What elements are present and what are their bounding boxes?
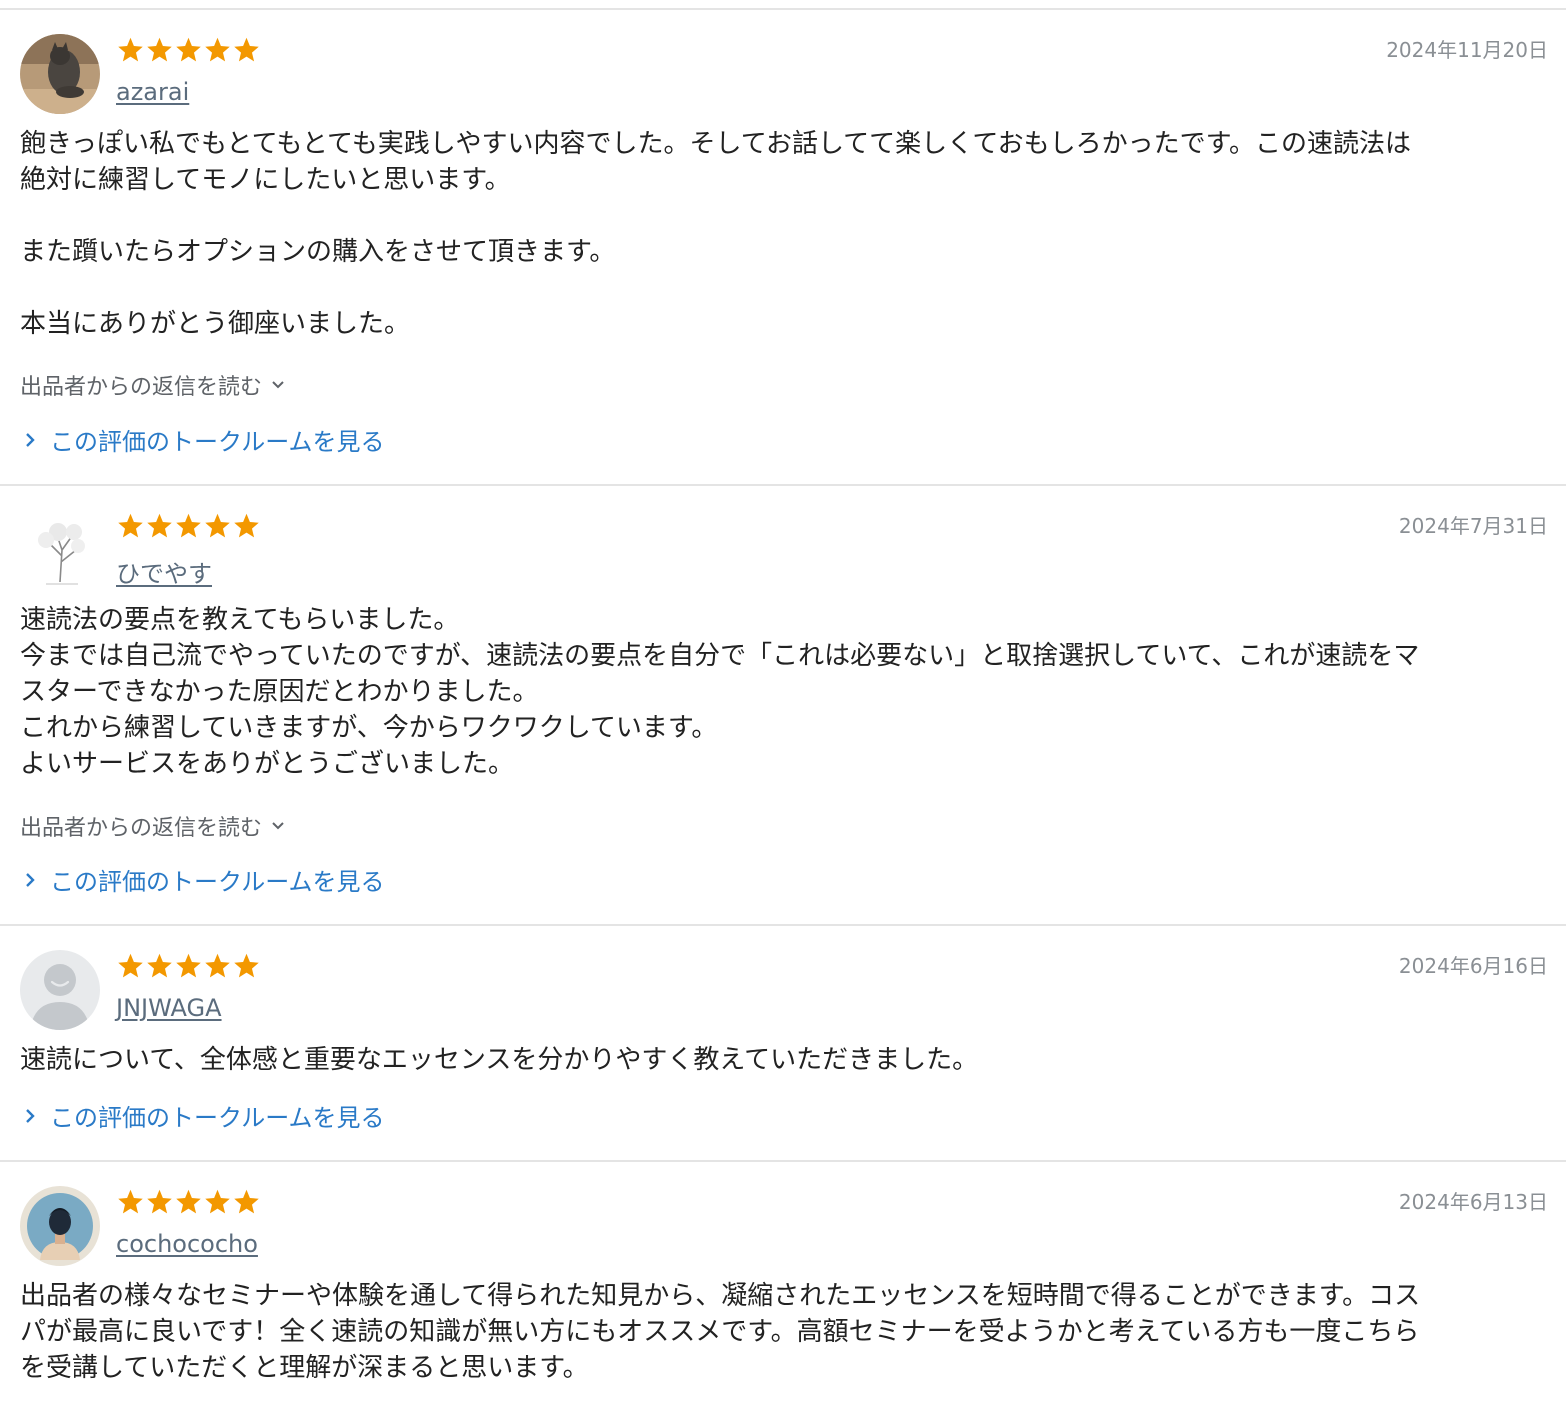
reviewer-username-link[interactable]: cochococho — [116, 1230, 258, 1258]
read-seller-reply-button[interactable]: 出品者からの返信を読む — [20, 810, 288, 842]
star-icon — [203, 952, 232, 980]
talkroom-link-label: この評価のトークルームを見る — [50, 428, 385, 456]
chevron-down-icon — [272, 822, 284, 830]
star-icon — [174, 36, 203, 64]
tree-sketch-avatar[interactable] — [20, 510, 100, 590]
review-paragraph: 出品者の様々なセミナーや体験を通して得られた知見から、凝縮されたエッセンスを短時… — [20, 1281, 1421, 1383]
cat-photo-avatar[interactable] — [20, 34, 100, 114]
star-icon — [203, 512, 232, 540]
review-list: azarai 2024年11月20日 飽きっぽい私でもとてもとても実践しやすい内… — [0, 0, 1566, 1410]
read-seller-reply-button[interactable]: 出品者からの返信を読む — [20, 369, 288, 401]
reviewer-username-link[interactable]: ひでやす — [116, 554, 212, 589]
review-paragraph: 速読法の要点を教えてもらいました。 今までは自己流でやっていたのですが、速読法の… — [20, 605, 1420, 779]
review-date: 2024年7月31日 — [1398, 514, 1548, 538]
view-talkroom-link[interactable]: この評価のトークルームを見る — [20, 862, 385, 897]
star-icon — [116, 952, 145, 980]
chevron-right-icon — [26, 1108, 35, 1123]
divider — [0, 8, 1566, 10]
star-icon — [116, 1188, 145, 1216]
star-icon — [203, 36, 232, 64]
divider — [0, 1160, 1566, 1162]
star-icon — [232, 1188, 261, 1216]
chevron-right-icon — [26, 872, 35, 887]
review-item: cochococho 2024年6月13日 出品者の様々なセミナーや体験を通して… — [0, 1186, 1566, 1406]
review-item: ひでやす 2024年7月31日 速読法の要点を教えてもらいました。 今までは自己… — [0, 510, 1566, 914]
review-paragraph: 速読について、全体感と重要なエッセンスを分かりやすく教えていただきました。 — [20, 1045, 979, 1075]
star-icon — [174, 1188, 203, 1216]
star-icon — [232, 36, 261, 64]
star-icon — [145, 512, 174, 540]
star-icon — [145, 36, 174, 64]
star-rating — [116, 952, 261, 980]
view-talkroom-link[interactable]: この評価のトークルームを見る — [20, 1098, 385, 1133]
review-paragraph: 飽きっぽい私でもとてもとても実践しやすい内容でした。そしてお話してて楽しくておも… — [20, 129, 1412, 195]
chevron-right-icon — [26, 432, 35, 447]
star-icon — [145, 952, 174, 980]
star-icon — [232, 512, 261, 540]
review-body: 速読法の要点を教えてもらいました。 今までは自己流でやっていたのですが、速読法の… — [20, 602, 1545, 782]
star-rating — [116, 1188, 261, 1216]
chevron-down-icon — [272, 381, 284, 389]
review-date: 2024年6月16日 — [1398, 954, 1548, 978]
star-icon — [116, 512, 145, 540]
review-item: JNJWAGA 2024年6月16日 速読について、全体感と重要なエッセンスを分… — [0, 950, 1566, 1150]
default-user-avatar[interactable] — [20, 950, 100, 1030]
reply-toggle-label: 出品者からの返信を読む — [20, 375, 263, 400]
star-icon — [145, 1188, 174, 1216]
star-rating — [116, 512, 261, 540]
reviewer-username-link[interactable]: JNJWAGA — [116, 994, 222, 1022]
star-icon — [116, 36, 145, 64]
review-body: 速読について、全体感と重要なエッセンスを分かりやすく教えていただきました。 — [20, 1042, 1545, 1078]
review-body: 飽きっぽい私でもとてもとても実践しやすい内容でした。そしてお話してて楽しくておも… — [20, 126, 1545, 342]
divider — [0, 484, 1566, 486]
star-icon — [174, 512, 203, 540]
talkroom-link-label: この評価のトークルームを見る — [50, 1104, 385, 1132]
star-rating — [116, 36, 261, 64]
divider — [0, 924, 1566, 926]
star-icon — [174, 952, 203, 980]
review-paragraph: また躓いたらオプションの購入をさせて頂きます。 — [20, 237, 616, 267]
view-talkroom-link[interactable]: この評価のトークルームを見る — [20, 422, 385, 457]
reply-toggle-label: 出品者からの返信を読む — [20, 816, 263, 841]
review-body: 出品者の様々なセミナーや体験を通して得られた知見から、凝縮されたエッセンスを短時… — [20, 1278, 1545, 1386]
star-icon — [232, 952, 261, 980]
review-item: azarai 2024年11月20日 飽きっぽい私でもとてもとても実践しやすい内… — [0, 34, 1566, 474]
review-paragraph: 本当にありがとう御座いました。 — [20, 309, 411, 339]
star-icon — [203, 1188, 232, 1216]
review-date: 2024年6月13日 — [1398, 1190, 1548, 1214]
talkroom-link-label: この評価のトークルームを見る — [50, 868, 385, 896]
reviewer-username-link[interactable]: azarai — [116, 78, 189, 106]
person-illustration-avatar[interactable] — [20, 1186, 100, 1266]
review-date: 2024年11月20日 — [1386, 38, 1548, 62]
